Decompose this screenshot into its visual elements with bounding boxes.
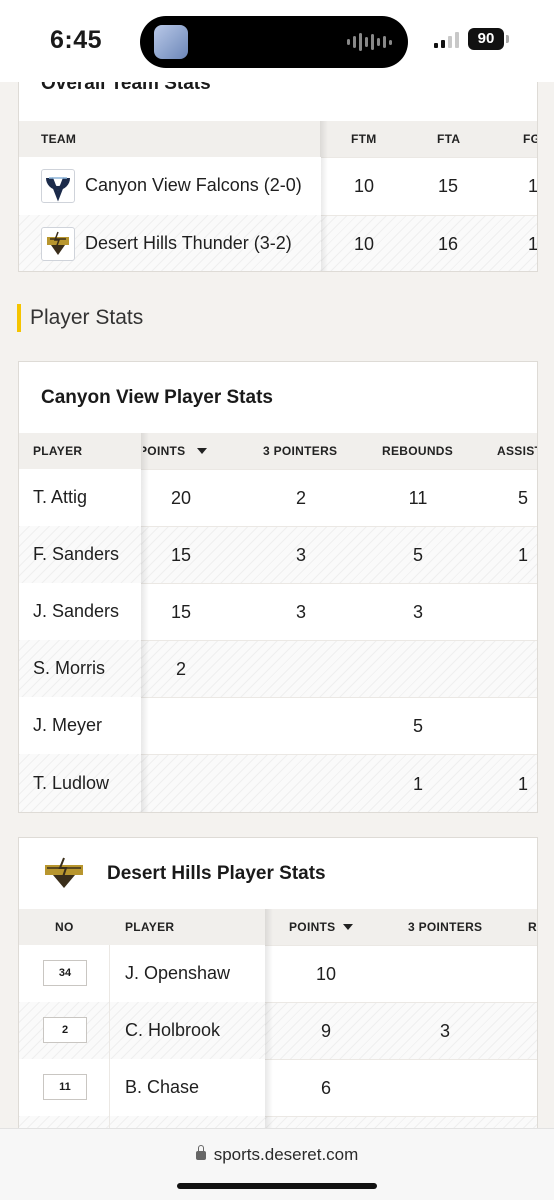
team-name[interactable]: Desert Hills Thunder (3-2) bbox=[85, 233, 292, 254]
browser-address-bar[interactable]: sports.deseret.com bbox=[0, 1128, 554, 1200]
page: 6:45 90 Overall Team Stats TEAM FTM FTA … bbox=[0, 0, 554, 1200]
stat-points: 9 bbox=[320, 1021, 331, 1041]
home-indicator[interactable] bbox=[177, 1183, 377, 1189]
desert-hills-logo-icon bbox=[41, 856, 87, 890]
jersey-number: 2 bbox=[43, 1017, 87, 1043]
col-player: PLAYER bbox=[125, 920, 175, 934]
card-title: Canyon View Player Stats bbox=[41, 387, 273, 408]
stat-value: 16 bbox=[437, 234, 459, 254]
stat-points: 6 bbox=[320, 1078, 331, 1098]
section-title: Player Stats bbox=[30, 306, 144, 329]
col-fg[interactable]: FG bbox=[523, 132, 537, 146]
col-points-label: POINTS bbox=[289, 920, 336, 934]
url-display[interactable]: sports.deseret.com bbox=[0, 1145, 554, 1165]
stat-rebounds: 1 bbox=[412, 774, 423, 794]
col-team: TEAM bbox=[41, 132, 77, 146]
stat-points: 10 bbox=[315, 964, 337, 984]
section-accent-bar bbox=[17, 304, 21, 332]
player-name[interactable]: B. Chase bbox=[125, 1077, 199, 1098]
dynamic-island[interactable] bbox=[140, 16, 408, 68]
stat-value: 10 bbox=[353, 234, 375, 254]
stat-assists: 5 bbox=[517, 488, 528, 508]
player-name[interactable]: T. Ludlow bbox=[33, 773, 109, 794]
team-stats-card: Overall Team Stats TEAM FTM FTA FG Canyo… bbox=[18, 60, 538, 272]
stat-points: 15 bbox=[170, 602, 192, 622]
stat-value: 17 bbox=[527, 176, 538, 196]
col-fta[interactable]: FTA bbox=[437, 132, 460, 146]
column-divider bbox=[109, 945, 110, 1136]
stat-assists: 1 bbox=[517, 774, 528, 794]
lock-icon bbox=[195, 1145, 206, 1160]
sticky-column-shadow bbox=[265, 909, 273, 1136]
stat-rebounds: 11 bbox=[408, 488, 428, 508]
col-points[interactable]: POINTS bbox=[289, 920, 354, 934]
player-name[interactable]: T. Attig bbox=[33, 487, 87, 508]
stat-assists: 1 bbox=[517, 545, 528, 565]
stat-threes: 3 bbox=[295, 545, 306, 565]
stat-threes: 3 bbox=[295, 602, 306, 622]
battery-icon: 90 bbox=[468, 28, 504, 50]
status-bar: 6:45 90 bbox=[0, 0, 554, 82]
desert-hills-logo-icon bbox=[41, 227, 75, 261]
canyon-view-logo-icon bbox=[41, 169, 75, 203]
cellular-signal-icon bbox=[434, 32, 459, 48]
sticky-column-shadow bbox=[141, 433, 149, 812]
player-name[interactable]: F. Sanders bbox=[33, 544, 119, 565]
jersey-number: 34 bbox=[43, 960, 87, 986]
player-name[interactable]: J. Sanders bbox=[33, 601, 119, 622]
sticky-column-shadow bbox=[320, 121, 328, 271]
stat-points: 15 bbox=[170, 545, 192, 565]
player-name[interactable]: J. Meyer bbox=[33, 715, 102, 736]
col-assists[interactable]: ASSISTS bbox=[497, 444, 537, 458]
status-time: 6:45 bbox=[50, 26, 103, 54]
jersey-number: 11 bbox=[43, 1074, 87, 1100]
player-name[interactable]: J. Openshaw bbox=[125, 963, 230, 984]
col-3-pointers[interactable]: 3 POINTERS bbox=[263, 444, 337, 458]
col-3-pointers[interactable]: 3 POINTERS bbox=[408, 920, 482, 934]
team-name[interactable]: Canyon View Falcons (2-0) bbox=[85, 175, 302, 196]
url-text: sports.deseret.com bbox=[213, 1145, 359, 1164]
col-player: PLAYER bbox=[33, 444, 83, 458]
stat-rebounds: 5 bbox=[412, 716, 423, 736]
stat-threes: 3 bbox=[439, 1021, 450, 1041]
col-ftm[interactable]: FTM bbox=[351, 132, 377, 146]
stat-rebounds: 5 bbox=[412, 545, 423, 565]
col-no: NO bbox=[55, 920, 74, 934]
card-title: Desert Hills Player Stats bbox=[107, 863, 326, 884]
player-name[interactable]: S. Morris bbox=[33, 658, 105, 679]
stat-value: 10 bbox=[353, 176, 375, 196]
sort-desc-caret-icon bbox=[343, 924, 354, 930]
battery-cap bbox=[506, 35, 509, 43]
sort-desc-caret-icon bbox=[197, 448, 208, 454]
stat-value: 14 bbox=[527, 234, 538, 254]
stat-points: 2 bbox=[175, 659, 186, 679]
stat-points: 20 bbox=[170, 488, 192, 508]
now-playing-artwork bbox=[154, 25, 188, 59]
player-name[interactable]: C. Holbrook bbox=[125, 1020, 220, 1041]
stat-value: 15 bbox=[437, 176, 459, 196]
stat-threes: 2 bbox=[295, 488, 306, 508]
col-rebounds[interactable]: R bbox=[528, 920, 537, 934]
desert-hills-player-stats-card: Desert Hills Player Stats NO PLAYER POIN… bbox=[18, 837, 538, 1137]
col-rebounds[interactable]: REBOUNDS bbox=[382, 444, 453, 458]
canyon-view-player-stats-card: Canyon View Player Stats PLAYER POINTS 3… bbox=[18, 361, 538, 813]
col-points-label: POINTS bbox=[143, 444, 186, 458]
col-points[interactable]: POINTS bbox=[143, 444, 243, 458]
audio-waveform-icon bbox=[347, 33, 392, 51]
stat-rebounds: 3 bbox=[412, 602, 423, 622]
